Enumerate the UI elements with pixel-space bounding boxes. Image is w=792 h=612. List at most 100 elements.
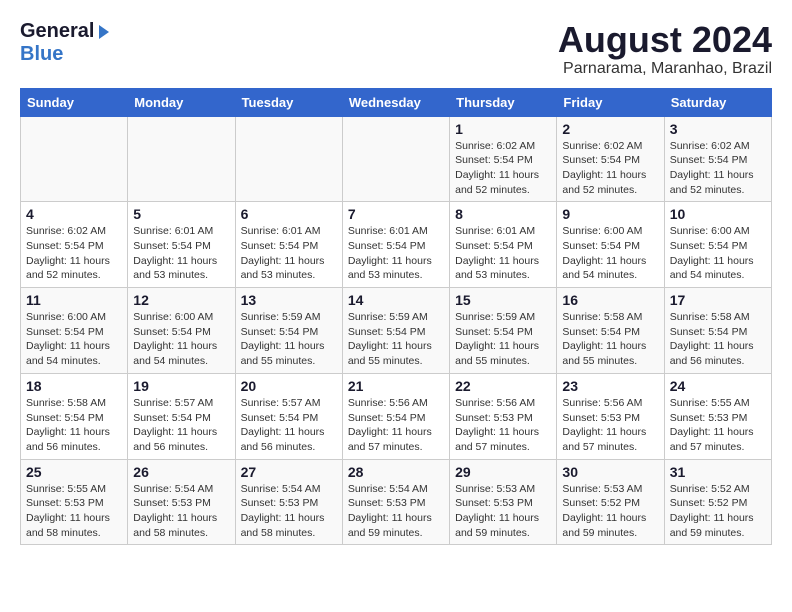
calendar-cell: 14 Sunrise: 5:59 AMSunset: 5:54 PMDayligh…	[342, 288, 449, 374]
day-info: Sunrise: 5:56 AMSunset: 5:54 PMDaylight:…	[348, 396, 444, 455]
calendar-cell: 3 Sunrise: 6:02 AMSunset: 5:54 PMDaylight…	[664, 116, 771, 202]
day-info: Sunrise: 6:01 AMSunset: 5:54 PMDaylight:…	[133, 224, 229, 283]
day-info: Sunrise: 5:53 AMSunset: 5:53 PMDaylight:…	[455, 482, 551, 541]
week-row-5: 25 Sunrise: 5:55 AMSunset: 5:53 PMDayligh…	[21, 459, 772, 545]
week-row-2: 4 Sunrise: 6:02 AMSunset: 5:54 PMDaylight…	[21, 202, 772, 288]
day-number: 7	[348, 206, 444, 222]
day-number: 1	[455, 121, 551, 137]
calendar-cell: 20Sunrise: 5:57 AMSunset: 5:54 PMDayligh…	[235, 373, 342, 459]
day-number: 9	[562, 206, 658, 222]
calendar-cell: 24 Sunrise: 5:55 AMSunset: 5:53 PMDayligh…	[664, 373, 771, 459]
week-row-4: 18 Sunrise: 5:58 AMSunset: 5:54 PMDayligh…	[21, 373, 772, 459]
day-info: Sunrise: 5:57 AMSunset: 5:54 PMDaylight:…	[133, 396, 229, 455]
day-info: Sunrise: 5:55 AMSunset: 5:53 PMDaylight:…	[26, 482, 122, 541]
calendar-cell: 23 Sunrise: 5:56 AMSunset: 5:53 PMDayligh…	[557, 373, 664, 459]
calendar-cell	[128, 116, 235, 202]
calendar-cell: 7 Sunrise: 6:01 AMSunset: 5:54 PMDaylight…	[342, 202, 449, 288]
day-number: 25	[26, 464, 122, 480]
week-row-1: 1 Sunrise: 6:02 AMSunset: 5:54 PMDaylight…	[21, 116, 772, 202]
calendar-cell: 29Sunrise: 5:53 AMSunset: 5:53 PMDayligh…	[450, 459, 557, 545]
day-number: 6	[241, 206, 337, 222]
day-info: Sunrise: 5:54 AMSunset: 5:53 PMDaylight:…	[348, 482, 444, 541]
day-info: Sunrise: 5:54 AMSunset: 5:53 PMDaylight:…	[133, 482, 229, 541]
month-year-title: August 2024	[558, 20, 772, 60]
day-number: 16	[562, 292, 658, 308]
day-number: 10	[670, 206, 766, 222]
calendar-cell: 22 Sunrise: 5:56 AMSunset: 5:53 PMDayligh…	[450, 373, 557, 459]
day-number: 2	[562, 121, 658, 137]
day-number: 18	[26, 378, 122, 394]
day-number: 17	[670, 292, 766, 308]
calendar-cell: 9 Sunrise: 6:00 AMSunset: 5:54 PMDaylight…	[557, 202, 664, 288]
day-number: 24	[670, 378, 766, 394]
day-header-wednesday: Wednesday	[342, 88, 449, 116]
calendar-cell: 28Sunrise: 5:54 AMSunset: 5:53 PMDayligh…	[342, 459, 449, 545]
day-number: 31	[670, 464, 766, 480]
day-number: 14	[348, 292, 444, 308]
day-info: Sunrise: 6:00 AMSunset: 5:54 PMDaylight:…	[133, 310, 229, 369]
day-number: 8	[455, 206, 551, 222]
day-info: Sunrise: 5:53 AMSunset: 5:52 PMDaylight:…	[562, 482, 658, 541]
week-row-3: 11Sunrise: 6:00 AMSunset: 5:54 PMDayligh…	[21, 288, 772, 374]
day-info: Sunrise: 5:58 AMSunset: 5:54 PMDaylight:…	[670, 310, 766, 369]
day-number: 13	[241, 292, 337, 308]
day-info: Sunrise: 5:57 AMSunset: 5:54 PMDaylight:…	[241, 396, 337, 455]
day-info: Sunrise: 6:00 AMSunset: 5:54 PMDaylight:…	[670, 224, 766, 283]
day-number: 30	[562, 464, 658, 480]
day-info: Sunrise: 5:59 AMSunset: 5:54 PMDaylight:…	[455, 310, 551, 369]
day-info: Sunrise: 6:02 AMSunset: 5:54 PMDaylight:…	[455, 139, 551, 198]
calendar-cell: 17 Sunrise: 5:58 AMSunset: 5:54 PMDayligh…	[664, 288, 771, 374]
day-info: Sunrise: 6:02 AMSunset: 5:54 PMDaylight:…	[562, 139, 658, 198]
calendar-cell: 19 Sunrise: 5:57 AMSunset: 5:54 PMDayligh…	[128, 373, 235, 459]
day-header-monday: Monday	[128, 88, 235, 116]
day-info: Sunrise: 5:58 AMSunset: 5:54 PMDaylight:…	[26, 396, 122, 455]
calendar-cell	[235, 116, 342, 202]
day-info: Sunrise: 5:56 AMSunset: 5:53 PMDaylight:…	[562, 396, 658, 455]
calendar-cell: 25 Sunrise: 5:55 AMSunset: 5:53 PMDayligh…	[21, 459, 128, 545]
calendar-cell: 18 Sunrise: 5:58 AMSunset: 5:54 PMDayligh…	[21, 373, 128, 459]
calendar-cell	[21, 116, 128, 202]
day-info: Sunrise: 5:59 AMSunset: 5:54 PMDaylight:…	[348, 310, 444, 369]
day-info: Sunrise: 6:01 AMSunset: 5:54 PMDaylight:…	[241, 224, 337, 283]
day-header-tuesday: Tuesday	[235, 88, 342, 116]
calendar-cell: 27 Sunrise: 5:54 AMSunset: 5:53 PMDayligh…	[235, 459, 342, 545]
calendar-cell: 5 Sunrise: 6:01 AMSunset: 5:54 PMDaylight…	[128, 202, 235, 288]
location-subtitle: Parnarama, Maranhao, Brazil	[558, 60, 772, 78]
calendar-cell: 26 Sunrise: 5:54 AMSunset: 5:53 PMDayligh…	[128, 459, 235, 545]
calendar-cell: 4 Sunrise: 6:02 AMSunset: 5:54 PMDaylight…	[21, 202, 128, 288]
day-info: Sunrise: 5:59 AMSunset: 5:54 PMDaylight:…	[241, 310, 337, 369]
day-number: 5	[133, 206, 229, 222]
calendar-cell	[342, 116, 449, 202]
calendar-cell: 16 Sunrise: 5:58 AMSunset: 5:54 PMDayligh…	[557, 288, 664, 374]
day-number: 3	[670, 121, 766, 137]
calendar-cell: 21Sunrise: 5:56 AMSunset: 5:54 PMDayligh…	[342, 373, 449, 459]
day-number: 27	[241, 464, 337, 480]
day-info: Sunrise: 5:58 AMSunset: 5:54 PMDaylight:…	[562, 310, 658, 369]
day-info: Sunrise: 6:01 AMSunset: 5:54 PMDaylight:…	[455, 224, 551, 283]
calendar-cell: 2 Sunrise: 6:02 AMSunset: 5:54 PMDaylight…	[557, 116, 664, 202]
day-header-friday: Friday	[557, 88, 664, 116]
logo-arrow-icon	[95, 23, 113, 41]
logo-blue-text: Blue	[20, 43, 63, 66]
day-info: Sunrise: 5:54 AMSunset: 5:53 PMDaylight:…	[241, 482, 337, 541]
day-number: 4	[26, 206, 122, 222]
day-number: 23	[562, 378, 658, 394]
day-info: Sunrise: 5:56 AMSunset: 5:53 PMDaylight:…	[455, 396, 551, 455]
calendar-cell: 30 Sunrise: 5:53 AMSunset: 5:52 PMDayligh…	[557, 459, 664, 545]
day-info: Sunrise: 6:02 AMSunset: 5:54 PMDaylight:…	[26, 224, 122, 283]
logo: General Blue	[20, 20, 114, 66]
logo-general-text: General	[20, 20, 94, 43]
day-number: 26	[133, 464, 229, 480]
day-info: Sunrise: 6:00 AMSunset: 5:54 PMDaylight:…	[562, 224, 658, 283]
day-info: Sunrise: 6:01 AMSunset: 5:54 PMDaylight:…	[348, 224, 444, 283]
calendar-cell: 31Sunrise: 5:52 AMSunset: 5:52 PMDayligh…	[664, 459, 771, 545]
calendar-body: 1 Sunrise: 6:02 AMSunset: 5:54 PMDaylight…	[21, 116, 772, 545]
day-header-thursday: Thursday	[450, 88, 557, 116]
day-info: Sunrise: 6:02 AMSunset: 5:54 PMDaylight:…	[670, 139, 766, 198]
day-info: Sunrise: 5:55 AMSunset: 5:53 PMDaylight:…	[670, 396, 766, 455]
page-header: General Blue August 2024 Parnarama, Mara…	[20, 20, 772, 78]
calendar-cell: 6 Sunrise: 6:01 AMSunset: 5:54 PMDaylight…	[235, 202, 342, 288]
day-number: 19	[133, 378, 229, 394]
day-header-saturday: Saturday	[664, 88, 771, 116]
day-number: 22	[455, 378, 551, 394]
